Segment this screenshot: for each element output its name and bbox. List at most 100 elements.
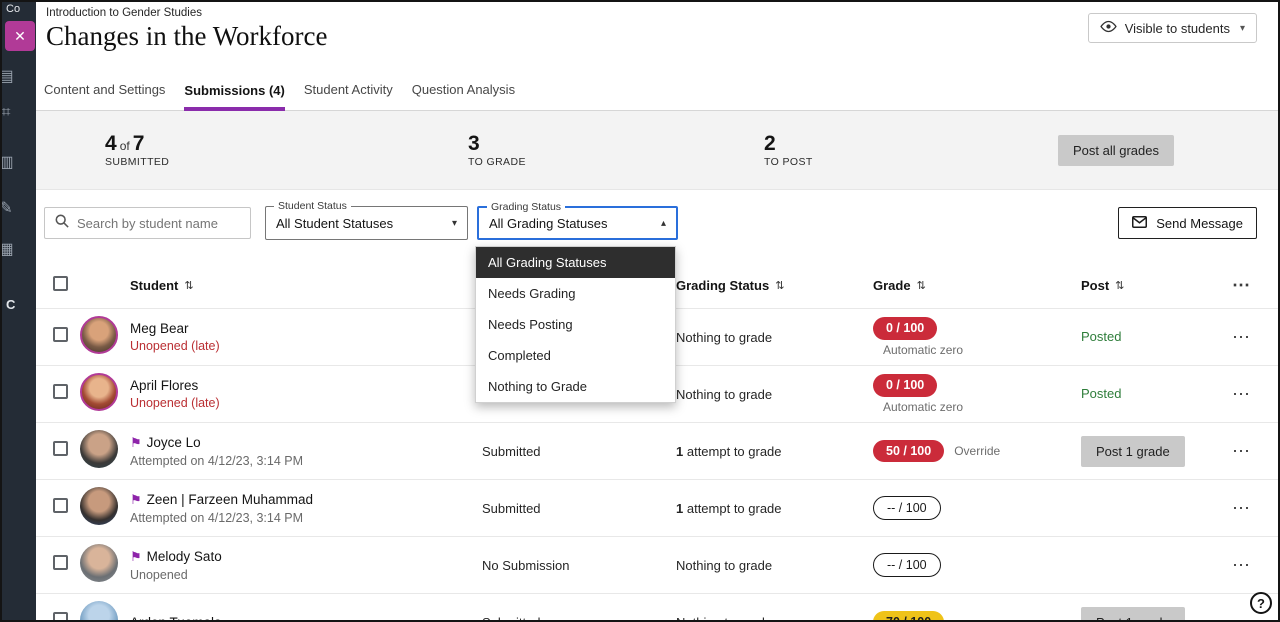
chevron-down-icon: ▾ [1240, 23, 1245, 34]
search-input[interactable] [77, 216, 240, 231]
row-menu-icon[interactable]: ⋯ [1232, 612, 1250, 622]
submission-status: No Submission [482, 558, 676, 573]
student-substatus: Attempted on 4/12/23, 3:14 PM [130, 511, 482, 525]
row-menu-icon[interactable]: ⋯ [1232, 498, 1250, 519]
header-post[interactable]: Post⇅ [1081, 278, 1232, 293]
rail-peek-text-2: C [6, 297, 15, 312]
header-student[interactable]: Student⇅ [130, 278, 482, 293]
row-checkbox[interactable] [53, 441, 68, 456]
row-checkbox[interactable] [53, 612, 68, 622]
post-status: Posted [1081, 329, 1121, 344]
app-window: Co ✕ ▤ ⌗ ▥ ✎ ▦ C Introduction to Gender … [0, 0, 1280, 622]
student-substatus: Unopened (late) [130, 396, 482, 410]
row-menu-icon[interactable]: ⋯ [1232, 555, 1250, 576]
sort-icon: ⇅ [184, 279, 193, 292]
submission-status: Submitted [482, 615, 676, 622]
grading-status: Nothing to grade [676, 387, 873, 402]
student-substatus: Attempted on 4/12/23, 3:14 PM [130, 454, 482, 468]
post-grade-button[interactable]: Post 1 grade [1081, 436, 1185, 467]
grade-pill[interactable]: 70 / 100 [873, 611, 944, 622]
grade-note: Automatic zero [883, 400, 963, 414]
tab-student-activity[interactable]: Student Activity [304, 82, 393, 110]
sort-icon: ⇅ [917, 279, 926, 292]
row-menu-icon[interactable]: ⋯ [1232, 441, 1250, 462]
breadcrumb[interactable]: Introduction to Gender Studies [46, 7, 1258, 19]
rail-peek-text: Co [6, 3, 20, 15]
pencil-icon[interactable]: ✎ [2, 198, 17, 218]
clipboard-icon[interactable]: ▤ [2, 66, 17, 86]
search-icon [55, 214, 69, 233]
form-icon[interactable]: ▦ [2, 239, 17, 259]
tab-question-analysis[interactable]: Question Analysis [412, 82, 515, 110]
grade-pill[interactable]: -- / 100 [873, 496, 941, 521]
header-grading-status[interactable]: Grading Status⇅ [676, 278, 873, 293]
post-grade-button[interactable]: Post 1 grade [1081, 607, 1185, 622]
tab-content-settings[interactable]: Content and Settings [44, 82, 165, 110]
grade-pill[interactable]: -- / 100 [873, 553, 941, 578]
grading-status-select[interactable]: Grading Status All Grading Statuses ▴ [477, 206, 678, 240]
dropdown-option[interactable]: Nothing to Grade [476, 371, 675, 402]
avatar [80, 487, 118, 525]
grade-pill[interactable]: 50 / 100 [873, 440, 944, 463]
select-all-checkbox[interactable] [53, 276, 68, 291]
search-box [44, 207, 251, 239]
table-row: ⚑Joyce Lo Attempted on 4/12/23, 3:14 PM … [36, 422, 1278, 479]
grading-status-dropdown: All Grading Statuses Needs Grading Needs… [475, 246, 676, 403]
table-row: ⚑ Zeen | Farzeen Muhammad Attempted on 4/… [36, 479, 1278, 536]
tab-bar: Content and Settings Submissions (4) Stu… [36, 68, 1278, 111]
dropdown-option[interactable]: Completed [476, 340, 675, 371]
header-grade[interactable]: Grade⇅ [873, 278, 1081, 293]
grade-pill[interactable]: 0 / 100 [873, 374, 937, 397]
row-checkbox[interactable] [53, 327, 68, 342]
grading-status-label: Grading Status [487, 201, 565, 213]
visibility-dropdown-button[interactable]: Visible to students ▾ [1088, 13, 1257, 43]
avatar [80, 601, 118, 622]
student-substatus: Unopened [130, 568, 482, 582]
stat-to-post: 2 TO POST [764, 132, 813, 168]
left-rail: Co ✕ ▤ ⌗ ▥ ✎ ▦ C [2, 2, 36, 620]
submission-status: Submitted [482, 444, 676, 459]
row-checkbox[interactable] [53, 384, 68, 399]
student-name[interactable]: Meg Bear [130, 321, 189, 336]
student-name[interactable]: April Flores [130, 378, 198, 393]
dropdown-option[interactable]: All Grading Statuses [476, 247, 675, 278]
avatar [80, 430, 118, 468]
chevron-down-icon: ▾ [452, 218, 457, 229]
student-name[interactable]: Joyce Lo [147, 435, 201, 450]
terminal-icon[interactable]: ⌗ [2, 104, 17, 122]
envelope-icon [1132, 216, 1147, 231]
post-all-grades-button[interactable]: Post all grades [1058, 135, 1174, 166]
dropdown-option[interactable]: Needs Posting [476, 309, 675, 340]
student-status-select[interactable]: Student Status All Student Statuses ▾ [265, 206, 468, 240]
student-status-label: Student Status [274, 200, 351, 212]
grading-status: 1 attempt to grade [676, 501, 873, 516]
grade-pill[interactable]: 0 / 100 [873, 317, 937, 340]
row-checkbox[interactable] [53, 498, 68, 513]
table-row: ⚑Melody Sato Unopened No Submission Noth… [36, 536, 1278, 593]
post-status: Posted [1081, 386, 1121, 401]
grade-note: Override [954, 444, 1000, 458]
help-button[interactable]: ? [1250, 592, 1272, 614]
row-menu-icon[interactable]: ⋯ [1232, 384, 1250, 405]
student-substatus: Unopened (late) [130, 339, 482, 353]
table-row: Arden Tuomala Submitted Nothing to grade… [36, 593, 1278, 622]
avatar [80, 373, 118, 411]
flag-icon: ⚑ [130, 435, 142, 451]
submission-status: Submitted [482, 501, 676, 516]
stat-submitted: 4of7 SUBMITTED [105, 132, 468, 168]
close-button[interactable]: ✕ [5, 21, 35, 51]
table-menu-icon[interactable]: ⋯ [1232, 275, 1250, 296]
student-name[interactable]: Arden Tuomala [130, 615, 222, 622]
row-menu-icon[interactable]: ⋯ [1232, 327, 1250, 348]
flag-icon: ⚑ [130, 492, 142, 508]
grading-status: Nothing to grade [676, 615, 873, 622]
row-checkbox[interactable] [53, 555, 68, 570]
student-name[interactable]: Zeen | Farzeen Muhammad [147, 492, 313, 507]
tab-submissions[interactable]: Submissions (4) [184, 83, 284, 111]
send-message-button[interactable]: Send Message [1118, 207, 1257, 239]
chevron-up-icon: ▴ [661, 218, 666, 229]
document-icon[interactable]: ▥ [2, 152, 17, 172]
student-name[interactable]: Melody Sato [147, 549, 222, 564]
grade-note: Automatic zero [883, 343, 963, 357]
dropdown-option[interactable]: Needs Grading [476, 278, 675, 309]
